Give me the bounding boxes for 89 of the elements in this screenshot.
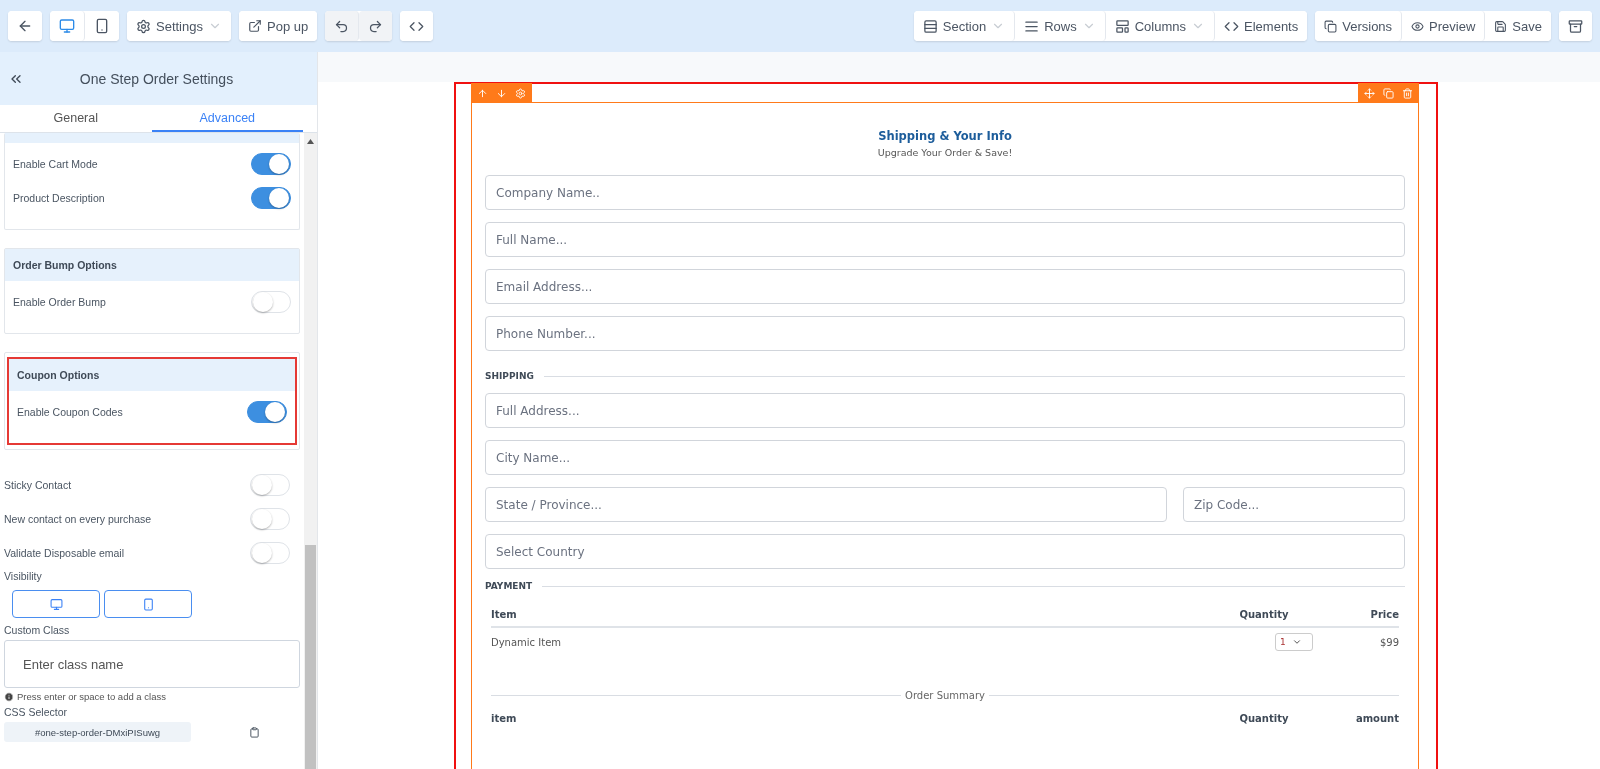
item-price: $99: [1378, 636, 1399, 648]
popup-button[interactable]: Pop up: [239, 11, 318, 41]
toolbar-action-button[interactable]: Versions: [1315, 11, 1403, 41]
layout-icon: [1114, 18, 1130, 34]
device-toggle-button[interactable]: [50, 11, 85, 41]
settings-icon[interactable]: [515, 87, 526, 99]
save-icon: [1494, 19, 1508, 33]
form-input[interactable]: City Name...: [485, 440, 1405, 475]
element-handle-bar[interactable]: [471, 83, 532, 103]
arrow-down-icon[interactable]: [496, 87, 507, 99]
toggle-label: Enable Order Bump: [13, 296, 106, 308]
settings-icon: [136, 18, 151, 34]
external-link-icon: [248, 19, 262, 33]
toggle-switch[interactable]: [251, 153, 291, 175]
quantity-select[interactable]: 1: [1275, 633, 1313, 651]
custom-class-label: Custom Class: [4, 624, 71, 636]
phone-icon: [141, 597, 155, 611]
form-title: Shipping & Your Info: [877, 129, 1013, 143]
form-input[interactable]: Full Address...: [485, 393, 1405, 428]
monitor-icon: [59, 18, 75, 34]
form-input[interactable]: Full Name...: [485, 222, 1405, 257]
tray-button[interactable]: [1559, 11, 1592, 41]
section-label: SHIPPING: [485, 371, 534, 381]
item-name: Dynamic Item: [491, 636, 563, 648]
toggle-label: Enable Cart Mode: [13, 158, 98, 170]
info-icon: [4, 691, 14, 702]
column-header: Quantity: [1238, 713, 1290, 724]
column-header: item: [491, 713, 518, 724]
tray-icon: [1568, 18, 1583, 34]
hint-text: Press enter or space to add a class: [17, 691, 166, 702]
redo-icon: [368, 18, 384, 34]
panel-tab[interactable]: General: [0, 105, 152, 132]
monitor-icon: [49, 597, 63, 611]
move-icon[interactable]: [1364, 87, 1375, 99]
copy-icon: [1324, 19, 1338, 33]
toggle-label: Validate Disposable email: [4, 547, 125, 559]
form-input[interactable]: Phone Number...: [485, 316, 1405, 351]
toolbar-menu-button[interactable]: Columns: [1105, 11, 1216, 41]
form-input[interactable]: Select Country: [485, 534, 1405, 569]
scrollbar[interactable]: [304, 133, 317, 769]
toggle-label: New contact on every purchase: [4, 513, 152, 525]
form-input[interactable]: Email Address...: [485, 269, 1405, 304]
redo-button[interactable]: [359, 11, 393, 41]
caret-icon: [1291, 637, 1302, 647]
phone-icon: [94, 18, 110, 34]
css-selector-label: CSS Selector: [4, 706, 69, 718]
undo-icon: [334, 18, 350, 34]
class-name-input[interactable]: Enter class name: [4, 640, 300, 688]
toggle-switch[interactable]: [247, 401, 287, 423]
column-header: amount: [1354, 713, 1399, 724]
toggle-switch[interactable]: [251, 187, 291, 209]
undo-button[interactable]: [325, 11, 360, 41]
column-header: Item: [491, 609, 518, 620]
eye-icon: [1411, 19, 1425, 33]
toolbar-action-button[interactable]: Save: [1485, 11, 1551, 41]
arrow-up-icon[interactable]: [477, 87, 488, 99]
device-toggle-button[interactable]: [85, 11, 119, 41]
panel-title: One Step Order Settings: [78, 70, 235, 87]
code-button[interactable]: [400, 11, 434, 41]
form-input[interactable]: State / Province...: [485, 487, 1167, 522]
card-header: Coupon Options: [9, 359, 295, 391]
css-selector-value: #one-step-order-DMxiPISuwg: [4, 722, 191, 742]
card-header: Order Bump Options: [5, 249, 299, 281]
form-input[interactable]: Company Name..: [485, 175, 1405, 210]
form-input[interactable]: Zip Code...: [1183, 487, 1405, 522]
settings-button[interactable]: Settings: [127, 11, 231, 41]
visibility-button[interactable]: [12, 590, 100, 618]
trash-icon[interactable]: [1402, 87, 1413, 99]
clipboard-icon[interactable]: [249, 726, 260, 738]
toggle-label: Product Description: [13, 192, 105, 204]
toggle-label: Sticky Contact: [4, 479, 72, 491]
toolbar-menu-button[interactable]: Rows: [1015, 11, 1106, 41]
visibility-button[interactable]: [104, 590, 192, 618]
column-header: Price: [1369, 609, 1399, 620]
scroll-up-icon[interactable]: [307, 139, 314, 144]
copy-icon[interactable]: [1383, 87, 1394, 99]
form-subtitle: Upgrade Your Order & Save!: [876, 147, 1014, 158]
section-label: PAYMENT: [485, 581, 533, 591]
toolbar-menu-button[interactable]: Elements: [1215, 11, 1308, 41]
column-header: Quantity: [1238, 609, 1290, 620]
toggle-label: Enable Coupon Codes: [17, 406, 123, 418]
element-handle-bar[interactable]: [1358, 83, 1419, 103]
summary-heading: Order Summary: [905, 690, 985, 701]
toolbar-menu-button[interactable]: Section: [913, 11, 1016, 41]
lines-icon: [1024, 18, 1040, 34]
stacked-rows-icon: [922, 18, 938, 34]
back-button[interactable]: [8, 11, 42, 41]
toolbar-action-button[interactable]: Preview: [1402, 11, 1486, 41]
visibility-label: Visibility: [4, 570, 43, 582]
